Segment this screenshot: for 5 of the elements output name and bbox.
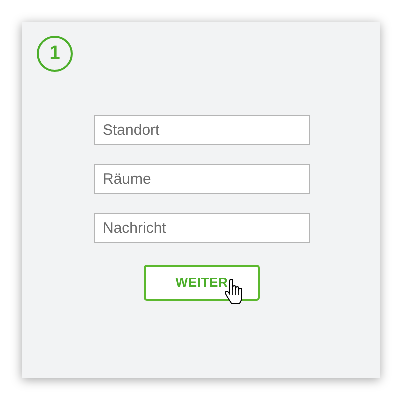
text-field[interactable]: Räume bbox=[94, 164, 310, 194]
text-field[interactable]: Standort bbox=[94, 115, 310, 145]
continue-button[interactable]: WEITER bbox=[144, 265, 260, 301]
step-number: 1 bbox=[37, 36, 73, 72]
text-field[interactable]: Nachricht bbox=[94, 213, 310, 243]
